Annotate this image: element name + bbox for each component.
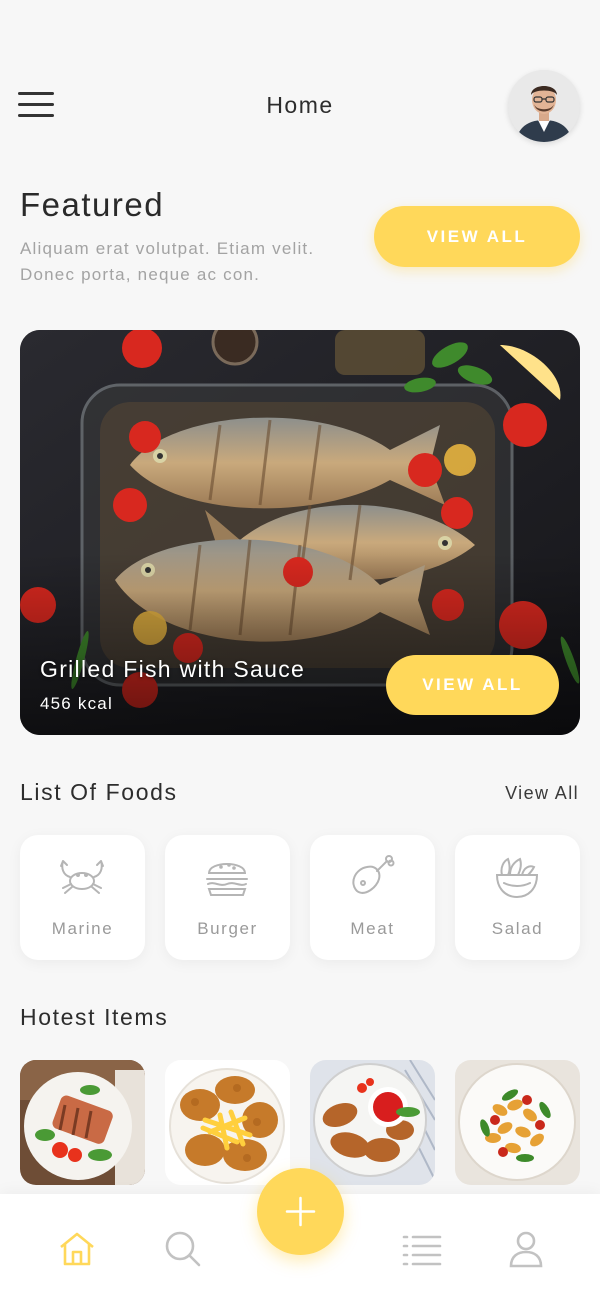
dish-view-all-button[interactable]: VIEW ALL: [386, 655, 559, 715]
category-label: Marine: [51, 919, 114, 938]
search-icon[interactable]: [163, 1229, 203, 1269]
featured-title: Featured: [20, 186, 165, 223]
category-label: Burger: [197, 919, 258, 938]
featured-dish-card[interactable]: Grilled Fish with Sauce 456 kcal VIEW AL…: [20, 330, 580, 735]
plus-icon: [285, 1196, 316, 1227]
hotest-item[interactable]: [165, 1060, 290, 1185]
category-marine[interactable]: Marine: [20, 835, 145, 960]
profile-icon[interactable]: [506, 1229, 546, 1269]
category-label: Meat: [350, 919, 395, 938]
salad-bowl-icon: [495, 857, 539, 899]
drumstick-icon: [352, 855, 395, 894]
hotest-items-list: [20, 1060, 580, 1185]
featured-view-all-button[interactable]: VIEW ALL: [374, 206, 580, 267]
category-burger[interactable]: Burger: [165, 835, 290, 960]
hotest-item[interactable]: [455, 1060, 580, 1185]
grilled-salmon-image: [20, 1060, 145, 1185]
dish-calories: 456 kcal: [40, 694, 113, 713]
home-icon[interactable]: [57, 1229, 97, 1269]
category-meat[interactable]: Meat: [310, 835, 435, 960]
hotest-item[interactable]: [310, 1060, 435, 1185]
category-salad[interactable]: Salad: [455, 835, 580, 960]
fried-chicken-image: [165, 1060, 290, 1185]
hotest-item[interactable]: [20, 1060, 145, 1185]
food-categories: Marine Burger Meat Salad: [20, 835, 580, 960]
hotest-items-title: Hotest Items: [20, 1004, 169, 1030]
list-icon[interactable]: [402, 1229, 442, 1269]
pasta-image: [455, 1060, 580, 1185]
burger-icon: [206, 863, 248, 896]
roast-chicken-image: [310, 1060, 435, 1185]
featured-description: Aliquam erat volutpat. Etiam velit. Done…: [20, 239, 315, 284]
list-of-foods-title: List Of Foods: [20, 779, 178, 805]
crab-icon: [60, 860, 104, 894]
category-label: Salad: [491, 919, 544, 938]
dish-title: Grilled Fish with Sauce: [40, 656, 306, 682]
add-button[interactable]: [257, 1168, 344, 1255]
app-header: Home: [0, 70, 600, 142]
list-of-foods-view-all-link[interactable]: View All: [505, 783, 579, 804]
avatar[interactable]: [508, 70, 580, 142]
